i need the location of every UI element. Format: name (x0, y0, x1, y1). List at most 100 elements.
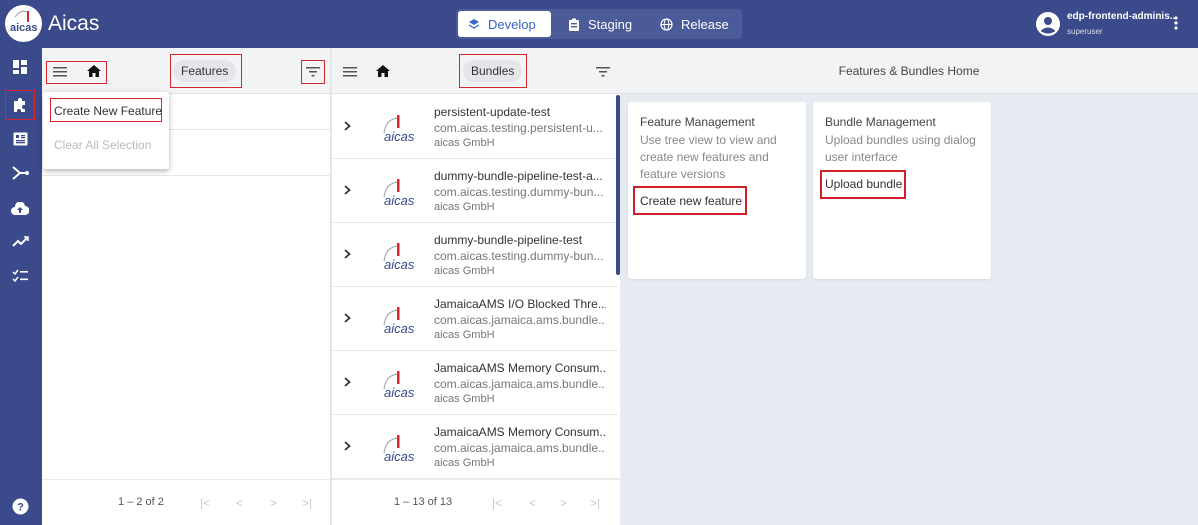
sidebar-item-help[interactable]: ? (8, 494, 32, 518)
bundle-row[interactable]: aicas JamaicaAMS I/O Blocked Thre... com.a… (332, 287, 618, 351)
svg-text:aicas: aicas (384, 385, 415, 400)
card-title: Feature Management (640, 115, 755, 129)
account-icon[interactable] (1036, 12, 1060, 36)
bundle-id: com.aicas.testing.dummy-bun... (434, 185, 604, 199)
chevron-right-icon[interactable] (344, 377, 351, 387)
bundle-row[interactable]: aicas dummy-bundle-pipeline-test-a... com.… (332, 159, 618, 223)
home-icon[interactable] (87, 65, 101, 77)
bundle-title: JamaicaAMS Memory Consum... (434, 361, 606, 375)
user-name: edp-frontend-adminis... (1067, 11, 1179, 22)
sidebar-item-tasks[interactable] (8, 264, 32, 288)
chevron-right-icon[interactable] (344, 313, 351, 323)
puzzle-icon (12, 97, 28, 113)
features-menu: Create New Feature Clear All Selection (43, 92, 169, 169)
sidebar-item-features[interactable] (5, 90, 35, 120)
tab-staging-label: Staging (588, 16, 633, 32)
user-role: superuser (1067, 27, 1103, 36)
home-header: Features & Bundles Home (620, 48, 1198, 94)
sidebar-item-pipelines[interactable] (8, 161, 32, 185)
chevron-right-icon[interactable] (344, 249, 351, 259)
create-new-feature-link[interactable]: Create new feature (640, 194, 742, 208)
next-page-icon[interactable]: > (270, 496, 277, 510)
bundle-row[interactable]: aicas dummy-bundle-pipeline-test com.aicas… (332, 223, 618, 287)
home-icon[interactable] (376, 65, 390, 77)
bundle-management-card: Bundle Management Upload bundles using d… (813, 102, 991, 279)
prev-page-icon[interactable]: < (529, 496, 536, 510)
scrollbar-thumb[interactable] (616, 95, 620, 275)
bundle-title: dummy-bundle-pipeline-test-a... (434, 169, 603, 183)
sidebar-item-deployments[interactable] (8, 196, 32, 220)
bundle-id: com.aicas.jamaica.ams.bundle.... (434, 441, 606, 455)
bundles-header: Bundles (332, 48, 620, 94)
svg-text:aicas: aicas (384, 449, 415, 464)
card-description: Use tree view to view and create new fea… (640, 132, 777, 183)
aicas-logo[interactable]: aicas (5, 5, 42, 42)
bundle-vendor: aicas GmbH (434, 457, 495, 469)
filter-icon[interactable] (596, 67, 610, 77)
bundle-row[interactable]: aicas persistent-update-test com.aicas.tes… (332, 95, 618, 159)
aicas-logo-icon: aicas (378, 111, 422, 145)
tab-staging[interactable]: Staging (558, 11, 643, 37)
sidebar-item-monitoring[interactable] (8, 230, 32, 254)
menu-item-create-feature[interactable]: Create New Feature (54, 104, 162, 118)
tab-develop-label: Develop (488, 16, 536, 32)
last-page-icon[interactable]: >| (302, 496, 312, 510)
first-page-icon[interactable]: |< (200, 496, 210, 510)
bundle-id: com.aicas.jamaica.ams.bundle.... (434, 377, 606, 391)
more-vert-icon[interactable] (1174, 16, 1178, 30)
bundles-panel: Bundles aicas persistent-update-test com.a… (332, 48, 620, 525)
clipboard-icon (568, 18, 580, 31)
bundle-row[interactable]: aicas JamaicaAMS Memory Consum... com.aica… (332, 351, 618, 415)
aicas-logo-icon: aicas (378, 175, 422, 209)
checklist-icon (12, 269, 28, 283)
chevron-right-icon[interactable] (344, 121, 351, 131)
sidebar-item-bundles[interactable] (8, 127, 32, 151)
chevron-right-icon[interactable] (344, 185, 351, 195)
page-range-label: 1 – 2 of 2 (118, 496, 164, 508)
svg-text:aicas: aicas (384, 321, 415, 336)
bundle-title: JamaicaAMS I/O Blocked Thre... (434, 297, 606, 311)
bundle-vendor: aicas GmbH (434, 201, 495, 213)
top-app-bar: aicas Aicas Develop Staging Release edp-… (0, 0, 1198, 48)
card-description-line: user interface (825, 150, 898, 164)
menu-item-clear-selection[interactable]: Clear All Selection (54, 138, 151, 152)
next-page-icon[interactable]: > (560, 496, 567, 510)
feature-management-card: Feature Management Use tree view to view… (628, 102, 806, 279)
features-header: Features (42, 48, 330, 94)
menu-icon[interactable] (343, 67, 357, 77)
card-description-line: create new features and (640, 150, 769, 164)
aicas-logo-icon: aicas (378, 367, 422, 401)
last-page-icon[interactable]: >| (590, 496, 600, 510)
app-title: Aicas (48, 12, 100, 35)
svg-text:aicas: aicas (384, 257, 415, 272)
cloud-upload-icon (11, 201, 29, 215)
logo-text: aicas (10, 22, 38, 34)
sidebar-item-dashboard[interactable] (8, 55, 32, 79)
aicas-logo-icon: aicas (378, 431, 422, 465)
chevron-right-icon[interactable] (344, 441, 351, 451)
bundle-vendor: aicas GmbH (434, 329, 495, 341)
svg-text:aicas: aicas (384, 129, 415, 144)
layers-icon (468, 18, 480, 30)
page-range-label: 1 – 13 of 13 (394, 496, 453, 508)
card-description-line: Upload bundles using dialog (825, 133, 976, 147)
menu-icon[interactable] (53, 67, 67, 77)
page-title: Features & Bundles Home (838, 64, 980, 78)
prev-page-icon[interactable]: < (236, 496, 243, 510)
aicas-logo-icon: aicas (378, 303, 422, 337)
bundle-row[interactable]: aicas JamaicaAMS Memory Consum... com.aica… (332, 415, 618, 479)
bundle-id: com.aicas.testing.persistent-u... (434, 121, 603, 135)
bundles-label-chip: Bundles (463, 60, 523, 82)
bundle-id: com.aicas.jamaica.ams.bundle.... (434, 313, 606, 327)
upload-bundle-link[interactable]: Upload bundle (825, 177, 902, 191)
tab-develop[interactable]: Develop (458, 11, 551, 37)
tab-release[interactable]: Release (650, 11, 738, 37)
first-page-icon[interactable]: |< (492, 496, 502, 510)
card-title: Bundle Management (825, 115, 936, 129)
bundle-vendor: aicas GmbH (434, 137, 495, 149)
card-description: Upload bundles using dialog user interfa… (825, 132, 976, 166)
bundle-vendor: aicas GmbH (434, 265, 495, 277)
filter-icon[interactable] (306, 67, 320, 77)
bundle-vendor: aicas GmbH (434, 393, 495, 405)
dashboard-icon (13, 60, 27, 74)
